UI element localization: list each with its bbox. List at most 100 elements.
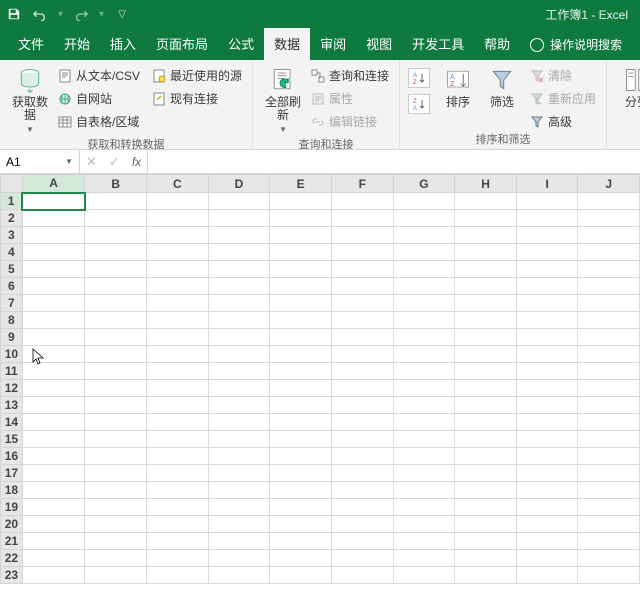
cell[interactable]	[578, 567, 640, 584]
cell[interactable]	[516, 431, 578, 448]
cell[interactable]	[270, 567, 332, 584]
cell[interactable]	[208, 380, 270, 397]
customize-qat-icon[interactable]: ▽	[114, 6, 130, 22]
cell[interactable]	[147, 193, 209, 210]
cell[interactable]	[208, 533, 270, 550]
cell[interactable]	[147, 227, 209, 244]
row-header[interactable]: 16	[1, 448, 23, 465]
cell[interactable]	[393, 431, 455, 448]
from-web-button[interactable]: 自网站	[56, 89, 142, 108]
cell[interactable]	[270, 414, 332, 431]
cell[interactable]	[208, 244, 270, 261]
cell[interactable]	[147, 482, 209, 499]
cell[interactable]	[393, 499, 455, 516]
cell[interactable]	[208, 516, 270, 533]
cell[interactable]	[578, 465, 640, 482]
cell[interactable]	[516, 261, 578, 278]
cell[interactable]	[270, 482, 332, 499]
row-header[interactable]: 11	[1, 363, 23, 380]
cell[interactable]	[22, 533, 85, 550]
cell[interactable]	[455, 499, 517, 516]
cell[interactable]	[22, 312, 85, 329]
cell[interactable]	[270, 261, 332, 278]
sort-asc-button[interactable]: AZ	[408, 68, 430, 88]
cell[interactable]	[208, 210, 270, 227]
cell[interactable]	[147, 465, 209, 482]
cell[interactable]	[578, 448, 640, 465]
cell[interactable]	[516, 210, 578, 227]
row-header[interactable]: 23	[1, 567, 23, 584]
cell[interactable]	[85, 414, 147, 431]
cell[interactable]	[85, 397, 147, 414]
cell[interactable]	[578, 499, 640, 516]
filter-button[interactable]: 筛选	[480, 64, 524, 109]
column-header[interactable]: D	[208, 175, 270, 193]
cell[interactable]	[393, 448, 455, 465]
cell[interactable]	[270, 210, 332, 227]
cell[interactable]	[516, 329, 578, 346]
cell[interactable]	[393, 193, 455, 210]
cell[interactable]	[331, 329, 393, 346]
queries-button[interactable]: 查询和连接	[309, 66, 391, 85]
cell[interactable]	[270, 448, 332, 465]
cell[interactable]	[455, 550, 517, 567]
cell[interactable]	[85, 363, 147, 380]
cell[interactable]	[208, 227, 270, 244]
cell[interactable]	[147, 567, 209, 584]
cell[interactable]	[516, 363, 578, 380]
row-header[interactable]: 12	[1, 380, 23, 397]
row-header[interactable]: 8	[1, 312, 23, 329]
cell[interactable]	[85, 278, 147, 295]
cell[interactable]	[85, 210, 147, 227]
cell[interactable]	[455, 397, 517, 414]
tab-审阅[interactable]: 审阅	[310, 28, 356, 60]
advanced-button[interactable]: 高级	[528, 112, 598, 131]
cell[interactable]	[22, 380, 85, 397]
row-header[interactable]: 14	[1, 414, 23, 431]
row-header[interactable]: 5	[1, 261, 23, 278]
column-header[interactable]: E	[270, 175, 332, 193]
row-header[interactable]: 10	[1, 346, 23, 363]
cell[interactable]	[208, 193, 270, 210]
cell[interactable]	[270, 193, 332, 210]
cell[interactable]	[270, 312, 332, 329]
cell[interactable]	[147, 448, 209, 465]
cell[interactable]	[147, 380, 209, 397]
cell[interactable]	[147, 363, 209, 380]
cell[interactable]	[455, 227, 517, 244]
cell[interactable]	[578, 227, 640, 244]
recent-sources-button[interactable]: 最近使用的源	[150, 66, 244, 85]
cell[interactable]	[22, 448, 85, 465]
tab-视图[interactable]: 视图	[356, 28, 402, 60]
cell[interactable]	[85, 346, 147, 363]
cell[interactable]	[578, 482, 640, 499]
cell[interactable]	[208, 550, 270, 567]
row-header[interactable]: 21	[1, 533, 23, 550]
cell[interactable]	[85, 261, 147, 278]
cell[interactable]	[516, 312, 578, 329]
cell[interactable]	[331, 465, 393, 482]
row-header[interactable]: 9	[1, 329, 23, 346]
cell[interactable]	[270, 227, 332, 244]
column-header[interactable]: B	[85, 175, 147, 193]
cell[interactable]	[147, 210, 209, 227]
cell[interactable]	[331, 414, 393, 431]
cell[interactable]	[393, 295, 455, 312]
cell[interactable]	[85, 431, 147, 448]
cell[interactable]	[578, 295, 640, 312]
cell[interactable]	[331, 278, 393, 295]
cell[interactable]	[22, 210, 85, 227]
cell[interactable]	[22, 431, 85, 448]
tab-开始[interactable]: 开始	[54, 28, 100, 60]
cell[interactable]	[270, 465, 332, 482]
cell[interactable]	[147, 346, 209, 363]
cell[interactable]	[22, 227, 85, 244]
cell[interactable]	[147, 550, 209, 567]
cell[interactable]	[208, 346, 270, 363]
cell[interactable]	[455, 295, 517, 312]
row-header[interactable]: 7	[1, 295, 23, 312]
cell[interactable]	[331, 363, 393, 380]
cell[interactable]	[516, 278, 578, 295]
cell[interactable]	[578, 533, 640, 550]
row-header[interactable]: 13	[1, 397, 23, 414]
